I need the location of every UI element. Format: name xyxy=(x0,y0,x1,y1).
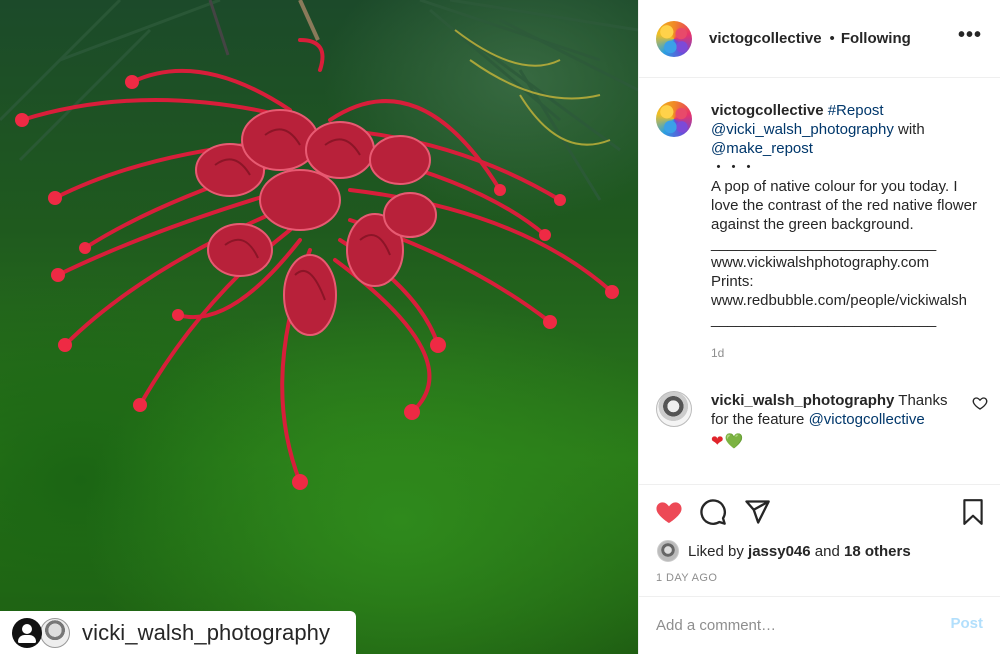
following-button[interactable]: Following xyxy=(841,30,911,47)
mention-author[interactable]: @vicki_walsh_photography xyxy=(711,121,894,138)
post-timestamp[interactable]: 1 DAY AGO xyxy=(639,572,1000,584)
grevillea-flower-image xyxy=(0,0,638,490)
commenter-username[interactable]: vicki_walsh_photography xyxy=(711,392,894,409)
comment-body: vicki_walsh_photography Thanks for the f… xyxy=(711,391,961,451)
likes-prefix: Liked by xyxy=(688,542,744,560)
action-bar xyxy=(639,485,1000,539)
caption-prints-label: Prints: xyxy=(711,273,754,290)
repost-avatar xyxy=(40,617,70,648)
hashtag-repost[interactable]: #Repost xyxy=(828,102,884,119)
comment-item: vicki_walsh_photography Thanks for the f… xyxy=(639,363,1000,451)
caption-dots: ・・・ xyxy=(711,159,757,176)
caption-username[interactable]: victogcollective xyxy=(711,102,824,119)
caption-body: victogcollective #Repost @vicki_walsh_ph… xyxy=(711,101,983,363)
post-header: victogcollective • Following ••• xyxy=(639,0,1000,78)
comment-like-heart-icon[interactable] xyxy=(972,395,988,411)
bookmark-icon[interactable] xyxy=(960,498,986,526)
add-comment-bar: Post xyxy=(639,596,1000,654)
likes-others-link[interactable]: 18 others xyxy=(844,543,911,560)
comment-mention[interactable]: @victogcollective xyxy=(809,411,925,428)
post-comment-button[interactable]: Post xyxy=(950,615,983,632)
comment-input[interactable] xyxy=(656,617,926,634)
liker-username[interactable]: jassy046 xyxy=(748,543,811,560)
more-options-icon[interactable]: ••• xyxy=(958,25,982,45)
liker-avatar[interactable] xyxy=(657,540,679,562)
header-separator: • xyxy=(829,30,835,47)
caption-divider: ___________________________ xyxy=(711,235,937,252)
comment-emojis: ❤ 💚 xyxy=(711,432,961,451)
caption-with-word: with xyxy=(898,121,925,138)
comments-list[interactable]: victogcollective #Repost @vicki_walsh_ph… xyxy=(639,79,1000,484)
green-heart-emoji: 💚 xyxy=(724,433,744,450)
like-heart-icon[interactable] xyxy=(655,498,683,526)
post-actions-area: Liked by jassy046 and 18 others 1 DAY AG… xyxy=(639,484,1000,584)
likes-and: and xyxy=(814,542,840,560)
repost-attribution[interactable]: vicki_walsh_photography xyxy=(0,611,356,654)
comment-bubble-icon[interactable] xyxy=(699,498,727,526)
red-heart-emoji: ❤ xyxy=(711,433,724,450)
caption-website: www.vickiwalshphotography.com xyxy=(711,254,930,271)
repost-user-icon xyxy=(12,617,42,648)
share-paper-plane-icon[interactable] xyxy=(743,498,771,526)
caption-avatar[interactable] xyxy=(656,101,692,137)
likes-text: Liked by jassy046 and 18 others xyxy=(688,543,911,560)
caption-text: A pop of native colour for you today. I … xyxy=(711,178,977,233)
caption-divider: ___________________________ xyxy=(711,311,937,328)
caption: victogcollective #Repost @vicki_walsh_ph… xyxy=(639,79,1000,363)
post-image[interactable]: vicki_walsh_photography xyxy=(0,0,638,654)
caption-age[interactable]: 1d xyxy=(711,344,983,363)
likes-summary: Liked by jassy046 and 18 others xyxy=(639,539,1000,563)
commenter-avatar[interactable] xyxy=(656,391,692,427)
repost-username[interactable]: vicki_walsh_photography xyxy=(82,620,330,646)
author-username[interactable]: victogcollective xyxy=(709,30,822,47)
mention-tool[interactable]: @make_repost xyxy=(711,140,813,157)
author-avatar[interactable] xyxy=(656,20,692,57)
post-side-panel: victogcollective • Following ••• victogc… xyxy=(638,0,1000,654)
caption-prints-url: www.redbubble.com/people/vickiwalsh xyxy=(711,292,967,309)
